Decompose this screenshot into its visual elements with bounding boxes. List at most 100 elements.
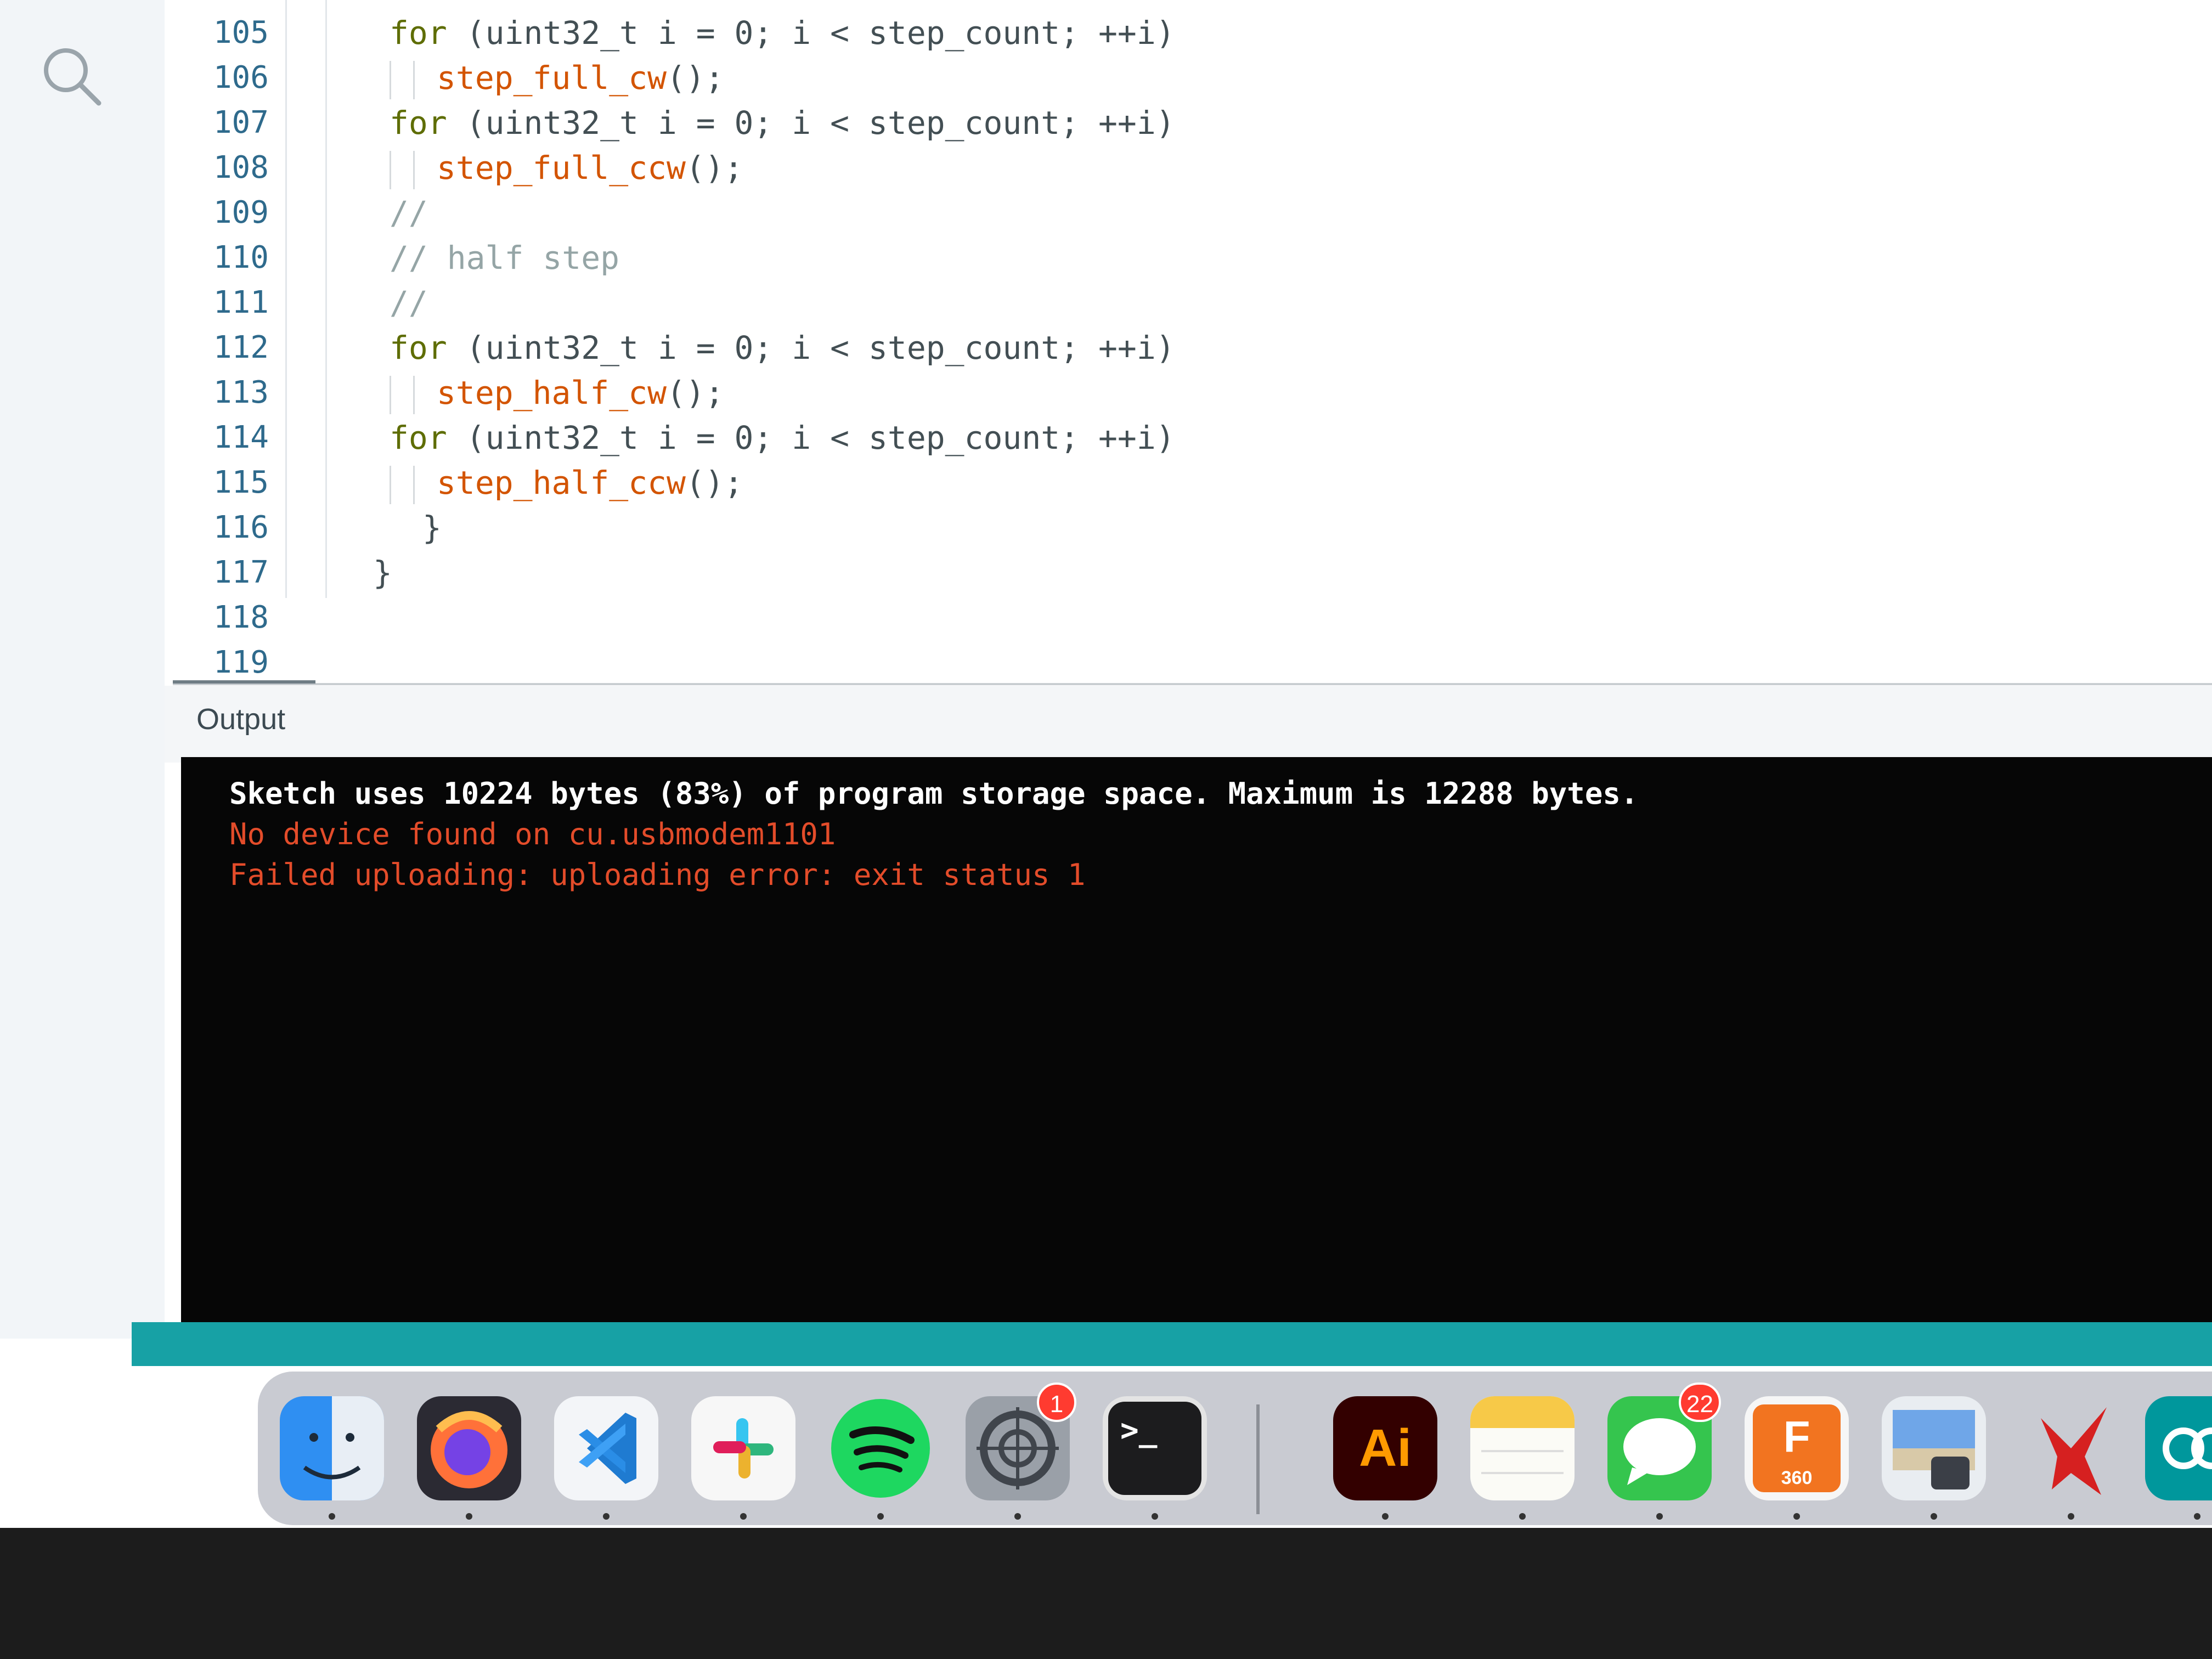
sidebar xyxy=(0,0,165,1339)
keyword-token: for xyxy=(390,104,447,142)
code-token: (); xyxy=(667,374,724,411)
running-indicator xyxy=(1519,1513,1526,1520)
code-line[interactable]: for (uint32_t i = 0; i < step_count; ++i… xyxy=(390,101,1175,145)
spotify-icon xyxy=(828,1396,933,1500)
running-indicator xyxy=(2194,1513,2200,1520)
slack-icon xyxy=(691,1396,795,1500)
function-token: step_full_cw xyxy=(437,59,667,97)
bird-icon xyxy=(2019,1396,2123,1500)
console-error-line: No device found on cu.usbmodem1101 xyxy=(229,817,836,851)
line-number: 110 xyxy=(213,240,269,275)
output-label: Output xyxy=(196,703,286,736)
code-token: (); xyxy=(685,149,743,187)
panel-divider-handle[interactable] xyxy=(173,680,315,684)
running-indicator xyxy=(603,1513,610,1520)
indent-guide xyxy=(390,150,413,189)
panel-divider[interactable] xyxy=(173,683,2212,685)
indent-guide xyxy=(413,375,437,414)
indent-guide xyxy=(390,465,413,504)
dock-spotify[interactable] xyxy=(828,1396,933,1500)
code-token: (); xyxy=(685,464,743,501)
function-token: step_half_ccw xyxy=(437,464,686,501)
running-indicator xyxy=(1382,1513,1389,1520)
running-indicator xyxy=(877,1513,884,1520)
output-header: Output xyxy=(165,686,2212,763)
notification-badge: 1 xyxy=(1037,1383,1076,1422)
terminal-icon xyxy=(1103,1396,1207,1500)
code-line[interactable]: step_full_ccw(); xyxy=(390,146,743,190)
line-number: 106 xyxy=(213,60,269,95)
code-line[interactable]: step_full_cw(); xyxy=(390,56,724,100)
dock-icon-label: F xyxy=(1783,1412,1810,1461)
comment-token: // xyxy=(390,284,428,321)
dock-vscode[interactable] xyxy=(554,1396,658,1500)
code-token: (uint32_t i = 0; i < step_count; ++i) xyxy=(447,14,1175,52)
dock-firefox[interactable] xyxy=(417,1396,521,1500)
comment-token: // xyxy=(390,194,428,232)
console-error-line: Failed uploading: uploading error: exit … xyxy=(229,857,1086,892)
keyword-token: for xyxy=(390,419,447,456)
dock-icon-sublabel: 360 xyxy=(1781,1468,1813,1488)
laptop-bezel xyxy=(0,1528,2212,1659)
code-line[interactable]: for (uint32_t i = 0; i < step_count; ++i… xyxy=(390,11,1175,55)
line-number: 111 xyxy=(213,285,269,320)
notification-badge: 22 xyxy=(1679,1383,1721,1422)
code-token: (); xyxy=(667,59,724,97)
status-bar xyxy=(132,1322,2212,1366)
running-indicator xyxy=(740,1513,747,1520)
indent-guide xyxy=(390,60,413,99)
running-indicator xyxy=(1793,1513,1800,1520)
dock-notes[interactable] xyxy=(1470,1396,1575,1500)
function-token: step_half_cw xyxy=(437,374,667,411)
code-line[interactable]: step_half_cw(); xyxy=(390,371,724,415)
line-number: 114 xyxy=(213,420,269,455)
preview-icon xyxy=(1882,1396,1986,1500)
code-token: } xyxy=(373,554,392,591)
dock-preview[interactable] xyxy=(1882,1396,1986,1500)
function-token: step_full_ccw xyxy=(437,149,686,187)
code-line[interactable]: } xyxy=(373,551,392,595)
line-number: 105 xyxy=(213,15,269,50)
keyword-token: for xyxy=(390,329,447,366)
code-token: (uint32_t i = 0; i < step_count; ++i) xyxy=(447,104,1175,142)
code-line[interactable]: // half step xyxy=(390,236,619,280)
line-number: 115 xyxy=(213,465,269,500)
dock-fusion360[interactable]: F 360 xyxy=(1745,1396,1849,1500)
code-line[interactable]: for (uint32_t i = 0; i < step_count; ++i… xyxy=(390,416,1175,460)
console-info-line: Sketch uses 10224 bytes (83%) of program… xyxy=(229,776,1639,811)
indent-guide xyxy=(390,375,413,414)
code-token: (uint32_t i = 0; i < step_count; ++i) xyxy=(447,329,1175,366)
finder-icon xyxy=(280,1396,384,1500)
dock-terminal[interactable]: >_ xyxy=(1103,1396,1207,1500)
notes-icon xyxy=(1470,1396,1575,1500)
indent-guide xyxy=(413,150,437,189)
vscode-icon xyxy=(554,1396,658,1500)
code-line[interactable]: // xyxy=(390,281,428,325)
code-line[interactable]: for (uint32_t i = 0; i < step_count; ++i… xyxy=(390,326,1175,370)
fold-column xyxy=(285,0,327,598)
keyword-token: for xyxy=(390,14,447,52)
dock-finder[interactable] xyxy=(280,1396,384,1500)
dock-icon-label: Ai xyxy=(1359,1419,1412,1477)
search-icon[interactable] xyxy=(40,44,105,110)
line-number: 117 xyxy=(213,555,269,590)
dock-slack[interactable] xyxy=(691,1396,795,1500)
line-number: 119 xyxy=(213,645,269,680)
line-number: 108 xyxy=(213,150,269,185)
code-editor[interactable]: for (uint32_t i = 0; i < step_count; ++i… xyxy=(329,0,2212,680)
firefox-icon xyxy=(417,1396,521,1500)
code-line[interactable]: } xyxy=(422,506,442,550)
code-line[interactable]: // xyxy=(390,191,428,235)
dock-arduino[interactable] xyxy=(2145,1396,2212,1500)
dock-app-bird[interactable] xyxy=(2019,1396,2123,1500)
dock-separator xyxy=(1256,1404,1260,1514)
output-console[interactable]: Sketch uses 10224 bytes (83%) of program… xyxy=(181,757,2212,1322)
dock-illustrator[interactable]: Ai xyxy=(1333,1396,1437,1500)
code-line[interactable]: step_half_ccw(); xyxy=(390,461,743,505)
indent-guide xyxy=(413,465,437,504)
line-number: 112 xyxy=(213,330,269,365)
line-number: 113 xyxy=(213,375,269,410)
line-number: 118 xyxy=(213,600,269,635)
running-indicator xyxy=(1656,1513,1663,1520)
comment-token: // half step xyxy=(390,239,620,276)
